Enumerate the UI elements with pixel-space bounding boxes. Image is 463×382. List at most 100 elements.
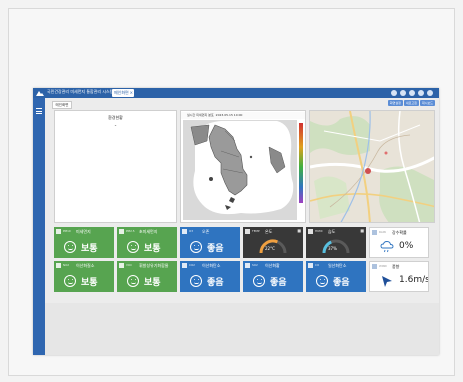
card-sub: TEMP [252,229,260,233]
card-check-icon [245,229,250,234]
card-status: 보통 [144,278,161,288]
card-check-icon [245,263,250,268]
card-wind[interactable]: WIND 풍향 1.6m/s [369,261,429,292]
card-sub: WIND [379,264,387,268]
title-bar: 국민건강관리 미세먼지 통합관리 시스템 메인화면 × [33,88,439,98]
city-map-panel[interactable] [309,110,435,223]
card-check-icon [372,230,377,235]
tab-main-label: 메인화면 [114,90,129,95]
city-map-image [310,111,434,222]
card-status: 보통 [144,244,161,254]
info-panel-title: 환경현황 [108,115,123,120]
card-label: 풍향 [392,264,400,269]
map-panel-title-text: 실시간 미세먼지 분포 [187,113,214,117]
card-humidity[interactable]: HUMI 습도 ■ 37% [306,227,366,258]
app-logo-icon [36,91,44,96]
card-no2[interactable]: NO2 이산화질소 보통 [54,261,114,292]
card-ozone[interactable]: O3 오존 좋음 [180,227,240,258]
card-value: 0% [399,241,414,251]
card-sub: O3 [189,229,193,233]
card-check-icon [119,263,124,268]
content-empty-area [45,303,439,355]
card-value: 1.6m/s [399,275,429,285]
card-value: 37% [328,246,337,251]
card-check-icon [119,229,124,234]
toolbar-button-refresh[interactable]: 새로고침 [403,100,419,106]
app-title: 국민건강관리 미세먼지 통합관리 시스템 [47,89,114,94]
user-icon[interactable] [391,90,397,96]
card-sub: PM10 [63,229,71,233]
smiley-icon [190,275,202,287]
smiley-icon [253,275,265,287]
card-label: 이산화황 [265,263,280,268]
help-icon[interactable] [418,90,424,96]
card-pm25[interactable]: PM2.5 초미세먼지 보통 [117,227,177,258]
smiley-icon [64,275,76,287]
smiley-icon [127,275,139,287]
smiley-icon [64,241,76,253]
card-status: 보통 [81,278,98,288]
card-label: 초미세먼지 [139,229,158,234]
card-status: 좋음 [207,244,224,254]
smiley-icon [127,241,139,253]
card-status: 좋음 [333,278,350,288]
smiley-icon [316,275,328,287]
card-value: 22°C [265,246,275,251]
notification-icon[interactable] [409,90,415,96]
info-panel: 환경현황 - [54,110,177,223]
card-check-icon [372,264,377,269]
card-co2[interactable]: CO2 이산화탄소 좋음 [180,261,240,292]
card-voc[interactable]: VOC 휘발성유기화합물 보통 [117,261,177,292]
card-status: 좋음 [270,278,287,288]
card-label: 휘발성유기화합물 [139,263,169,268]
wind-arrow-icon [382,276,392,287]
expand-icon[interactable]: ■ [297,228,301,233]
card-label: 온도 [265,229,273,234]
card-label: 강수확률 [392,230,407,235]
map-timestamp: 2023.05.15 10:00 [215,113,243,117]
card-label: 이산화탄소 [202,263,221,268]
card-sub: CO2 [189,263,195,267]
card-check-icon [56,229,61,234]
toolbar-button-settings[interactable]: 화면설정 [387,100,403,106]
card-sub: CO [315,263,320,267]
title-icon-group [391,89,433,97]
distribution-map-image [181,111,305,222]
smiley-icon [190,241,202,253]
card-check-icon [308,263,313,268]
card-sub: RAIN [379,230,386,234]
sub-tab-main[interactable]: 메인화면 [52,101,72,109]
card-check-icon [182,229,187,234]
card-pm10[interactable]: PM10 미세먼지 보통 [54,227,114,258]
dashboard-window: 국민건강관리 미세먼지 통합관리 시스템 메인화면 × 메인화면 화면설정 새로… [33,88,439,355]
menu-icon[interactable] [36,108,42,114]
card-sub: PM2.5 [126,229,135,233]
info-panel-value: - [114,123,117,129]
card-status: 좋음 [207,278,224,288]
card-status: 보통 [81,244,98,254]
card-so2[interactable]: SO2 이산화황 좋음 [243,261,303,292]
card-label: 습도 [328,229,336,234]
card-check-icon [182,263,187,268]
card-label: 미세먼지 [76,229,91,234]
card-co[interactable]: CO 일산화탄소 좋음 [306,261,366,292]
close-icon[interactable]: × [130,89,133,97]
settings-icon[interactable] [400,90,406,96]
card-sub: SO2 [252,263,258,267]
card-check-icon [308,229,313,234]
logout-icon[interactable] [427,90,433,96]
map-panel-title: 실시간 미세먼지 분포 2023.05.15 10:00 [181,112,305,119]
sidebar [33,98,45,355]
dust-distribution-map-panel[interactable]: 실시간 미세먼지 분포 2023.05.15 10:00 [180,110,306,223]
card-label: 오존 [202,229,210,234]
expand-icon[interactable]: ■ [360,228,364,233]
toolbar-button-dashboard[interactable]: 대시보드 [419,100,435,106]
card-label: 이산화질소 [76,263,95,268]
card-sub: HUMI [315,229,323,233]
card-check-icon [56,263,61,268]
card-sub: NO2 [63,263,70,267]
card-temperature[interactable]: TEMP 온도 ■ 22°C [243,227,303,258]
card-rain[interactable]: RAIN 강수확률 0% [369,227,429,258]
tab-main[interactable]: 메인화면 × [112,89,134,97]
rain-cloud-icon [380,241,394,253]
